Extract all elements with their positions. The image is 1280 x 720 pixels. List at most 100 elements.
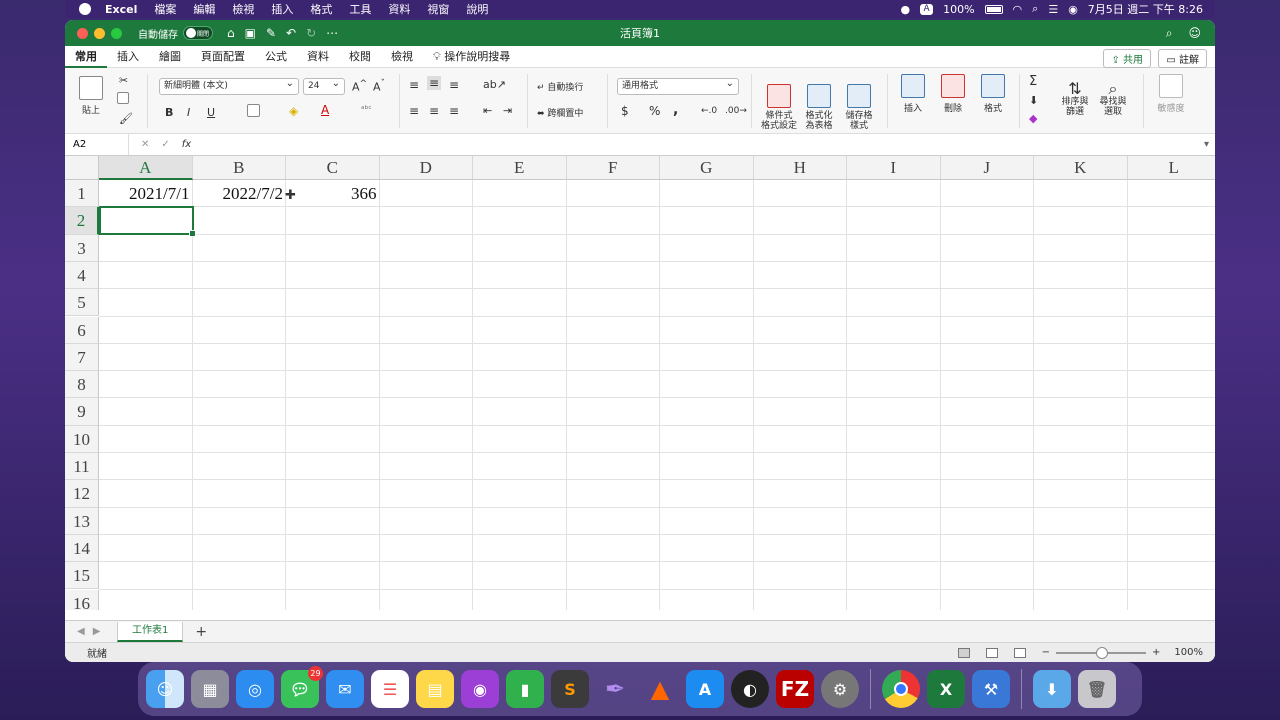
messages-icon[interactable]: 💬︎ 29 <box>281 666 323 708</box>
row-header-11[interactable]: 11 <box>65 453 99 481</box>
system-preferences-icon[interactable]: ⚙ <box>821 670 859 708</box>
row-header-9[interactable]: 9 <box>65 398 99 426</box>
battery-icon[interactable] <box>984 4 1003 14</box>
clear-icon[interactable]: ◆ <box>1029 112 1037 125</box>
align-right-icon[interactable]: ≡ <box>449 104 459 118</box>
enter-icon[interactable]: ✓ <box>161 139 169 150</box>
column-header-i[interactable]: I <box>847 156 941 180</box>
excel-icon[interactable]: X <box>927 670 965 708</box>
app-store-icon[interactable]: A <box>686 670 724 708</box>
home-icon[interactable]: ⌂ <box>227 26 235 40</box>
increase-decimal-icon[interactable]: ←.0 <box>701 106 717 116</box>
page-layout-view-icon[interactable] <box>985 647 998 658</box>
cancel-icon[interactable]: ✕ <box>141 139 149 150</box>
vlc-icon[interactable]: ▲ <box>641 670 679 708</box>
menu-format[interactable]: 格式 <box>310 1 332 17</box>
number-format-select[interactable]: 通用格式 <box>617 76 739 95</box>
align-left-icon[interactable]: ≡ <box>409 104 419 118</box>
row-header-12[interactable]: 12 <box>65 480 99 508</box>
menu-window[interactable]: 視窗 <box>427 1 449 17</box>
record-icon[interactable]: ● <box>900 3 910 16</box>
finder-icon[interactable]: ☺ <box>146 670 184 708</box>
column-header-f[interactable]: F <box>566 156 660 180</box>
row-header-15[interactable]: 15 <box>65 562 99 590</box>
select-all-corner[interactable] <box>65 156 99 180</box>
insert-function-button[interactable]: fx <box>182 139 191 150</box>
redo-icon[interactable]: ↻ <box>306 26 316 40</box>
column-header-j[interactable]: J <box>940 156 1034 180</box>
row-header-5[interactable]: 5 <box>65 289 99 317</box>
row-header-1[interactable]: 1 <box>65 180 99 208</box>
apple-icon[interactable] <box>79 3 91 15</box>
siri-icon[interactable]: ◉ <box>1068 3 1078 16</box>
safari-icon[interactable]: ◎ <box>236 670 274 708</box>
decrease-indent-icon[interactable]: ⇤ <box>483 104 492 117</box>
numbers-icon[interactable]: ▮ <box>506 670 544 708</box>
mail-icon[interactable]: ✉ <box>326 670 364 708</box>
tab-review[interactable]: 校閱 <box>339 46 381 68</box>
align-center-icon[interactable]: ≡ <box>429 104 439 118</box>
menu-data[interactable]: 資料 <box>388 1 410 17</box>
align-bottom-icon[interactable]: ≡ <box>449 78 459 92</box>
spotlight-icon[interactable]: ⌕ <box>1032 2 1038 16</box>
format-as-table-button[interactable]: 格式化 為表格 <box>799 74 839 131</box>
column-header-b[interactable]: B <box>192 156 286 180</box>
delete-cells-button[interactable]: 刪除 <box>935 74 971 114</box>
expand-formula-icon[interactable]: ▾ <box>1204 139 1215 150</box>
podcasts-icon[interactable]: ◉ <box>461 670 499 708</box>
worksheet-grid[interactable]: A B C D E F G H I J K L 1 2 3 4 5 6 7 8 9 10 11 12 13 14 15 16 2021/… <box>65 156 1215 610</box>
sensitivity-button[interactable]: 敏感度 <box>1151 74 1191 114</box>
tab-data[interactable]: 資料 <box>297 46 339 68</box>
minimize-window-button[interactable] <box>94 27 105 39</box>
align-middle-icon[interactable]: ≡ <box>427 76 442 90</box>
font-name-select[interactable]: 新細明體 (本文) <box>159 76 299 95</box>
zoom-slider[interactable] <box>1056 646 1147 659</box>
cell-c1[interactable]: 366 <box>286 180 380 207</box>
tab-draw[interactable]: 繪圖 <box>149 46 191 68</box>
wifi-icon[interactable]: ◠ <box>1013 3 1023 16</box>
currency-button[interactable]: $ <box>621 104 629 118</box>
chrome-icon[interactable] <box>882 670 920 708</box>
share-button[interactable]: ⇪ 共用 <box>1103 49 1151 68</box>
obs-icon[interactable]: ◐ <box>731 670 769 708</box>
notes-icon[interactable]: ▤ <box>416 670 454 708</box>
decrease-font-icon[interactable]: Aˇ <box>373 78 385 94</box>
menu-view[interactable]: 檢視 <box>232 1 254 17</box>
search-icon[interactable]: ⌕ <box>1166 26 1173 41</box>
font-color-icon[interactable]: A <box>321 103 329 117</box>
input-source-icon[interactable]: A <box>920 3 934 15</box>
tab-page-layout[interactable]: 頁面配置 <box>191 46 255 68</box>
page-break-view-icon[interactable] <box>1013 647 1026 658</box>
align-top-icon[interactable]: ≡ <box>409 78 419 92</box>
row-header-16[interactable]: 16 <box>65 589 99 610</box>
tab-home[interactable]: 常用 <box>65 46 107 68</box>
borders-icon[interactable] <box>247 104 260 120</box>
orientation-icon[interactable]: ab↗ <box>483 78 506 91</box>
quill-icon[interactable]: ✒ <box>596 670 634 708</box>
fill-color-icon[interactable]: ◈ <box>289 104 298 118</box>
cut-icon[interactable]: ✂ <box>119 74 128 87</box>
more-icon[interactable]: ⋯ <box>326 26 338 40</box>
increase-indent-icon[interactable]: ⇥ <box>503 104 512 117</box>
format-painter-icon[interactable]: 🖌︎ <box>119 112 133 125</box>
undo-icon[interactable]: ↶ <box>286 26 296 40</box>
save-icon[interactable]: ▣ <box>245 26 256 40</box>
sort-filter-button[interactable]: ⇅ 排序與 篩選 <box>1057 74 1093 118</box>
save-as-icon[interactable]: ✎ <box>266 26 276 40</box>
account-icon[interactable]: ☺ <box>1188 26 1201 41</box>
cell-styles-button[interactable]: 儲存格 樣式 <box>839 74 879 131</box>
comma-button[interactable]: , <box>673 102 678 118</box>
column-header-a[interactable]: A <box>99 156 193 180</box>
sheet-nav-arrows[interactable]: ◀▶ <box>65 626 115 637</box>
menu-help[interactable]: 說明 <box>466 1 488 17</box>
menubar-clock[interactable]: 7月5日 週二 下午 8:26 <box>1088 1 1203 17</box>
menu-edit[interactable]: 編輯 <box>193 1 215 17</box>
normal-view-icon[interactable] <box>957 647 970 658</box>
menu-insert[interactable]: 插入 <box>271 1 293 17</box>
add-sheet-button[interactable]: + <box>195 624 207 640</box>
trash-icon[interactable]: 🗑︎ <box>1078 670 1116 708</box>
tell-me-search[interactable]: 💡︎ 操作說明搜尋 <box>423 46 520 68</box>
reminders-icon[interactable]: ☰ <box>371 670 409 708</box>
downloads-icon[interactable]: ⬇ <box>1033 670 1071 708</box>
cell-b1[interactable]: 2022/7/2 <box>193 180 287 207</box>
